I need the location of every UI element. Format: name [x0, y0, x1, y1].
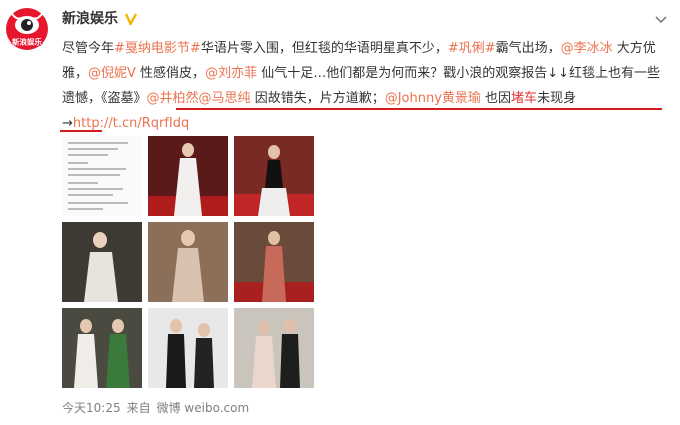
post-source[interactable]: 微博 weibo.com [157, 399, 250, 416]
mention-liuyifei[interactable]: @刘亦菲 [205, 66, 257, 81]
photo-thumbnail-document[interactable] [62, 136, 142, 216]
text-segment: 性感俏皮， [135, 66, 206, 81]
mention-libingbing[interactable]: @李冰冰 [561, 41, 613, 56]
photo-thumbnail-redcarpet[interactable] [148, 136, 228, 216]
weibo-post-card: 新浪娱乐 新浪娱乐 尽管今年#戛纳电影节#华语片零入围，但红毯的华语明星真不少，… [0, 0, 680, 425]
post-footer: 今天10:25 来自 微博 weibo.com [62, 399, 249, 416]
photo-thumbnail-redcarpet[interactable] [148, 308, 228, 388]
photo-thumbnail-redcarpet[interactable] [234, 308, 314, 388]
photo-thumbnail-redcarpet[interactable] [148, 222, 228, 302]
account-name[interactable]: 新浪娱乐 [62, 8, 118, 28]
mention-johnny[interactable]: @Johnny黄景瑜 [385, 91, 481, 106]
post-header: 新浪娱乐 [62, 8, 138, 28]
text-segment: 也因 [480, 91, 512, 106]
sina-eye-logo-icon: 新浪娱乐 [6, 8, 48, 50]
post-time[interactable]: 今天10:25 [62, 399, 121, 416]
chevron-down-icon[interactable] [654, 10, 668, 24]
mention-jingboran[interactable]: @井柏然 [147, 91, 199, 106]
text-segment: 因故错失，片方道歉； [250, 91, 385, 106]
post-text: 尽管今年#戛纳电影节#华语片零入围，但红毯的华语明星真不少，#巩俐#霸气出场，@… [62, 36, 670, 136]
photo-thumbnail-redcarpet[interactable] [62, 308, 142, 388]
topic-tag-cannes[interactable]: #戛纳电影节# [114, 41, 201, 56]
post-link[interactable]: http://t.cn/RqrfIdq [73, 116, 189, 131]
mention-nini[interactable]: @倪妮V [88, 66, 136, 81]
text-segment: 霸气出场， [495, 41, 561, 56]
highlight-traffic: 堵车 [511, 91, 538, 106]
photo-thumbnail-redcarpet[interactable] [234, 136, 314, 216]
film-title: 《盗墓》 [101, 91, 147, 106]
annotation-underline [60, 130, 102, 132]
photo-thumbnail-redcarpet[interactable] [234, 222, 314, 302]
svg-text:新浪娱乐: 新浪娱乐 [12, 37, 42, 47]
account-avatar[interactable]: 新浪娱乐 [6, 8, 48, 50]
mention-masichun[interactable]: @马思纯 [199, 91, 251, 106]
text-segment: 华语片零入围，但红毯的华语明星真不少， [200, 41, 448, 56]
verified-v-icon [124, 11, 138, 26]
topic-tag-gongli[interactable]: #巩俐# [448, 41, 496, 56]
annotation-underline [176, 108, 662, 110]
source-prefix: 来自 [126, 401, 151, 415]
text-segment: 尽管今年 [62, 41, 115, 56]
photo-thumbnail-redcarpet[interactable] [62, 222, 142, 302]
